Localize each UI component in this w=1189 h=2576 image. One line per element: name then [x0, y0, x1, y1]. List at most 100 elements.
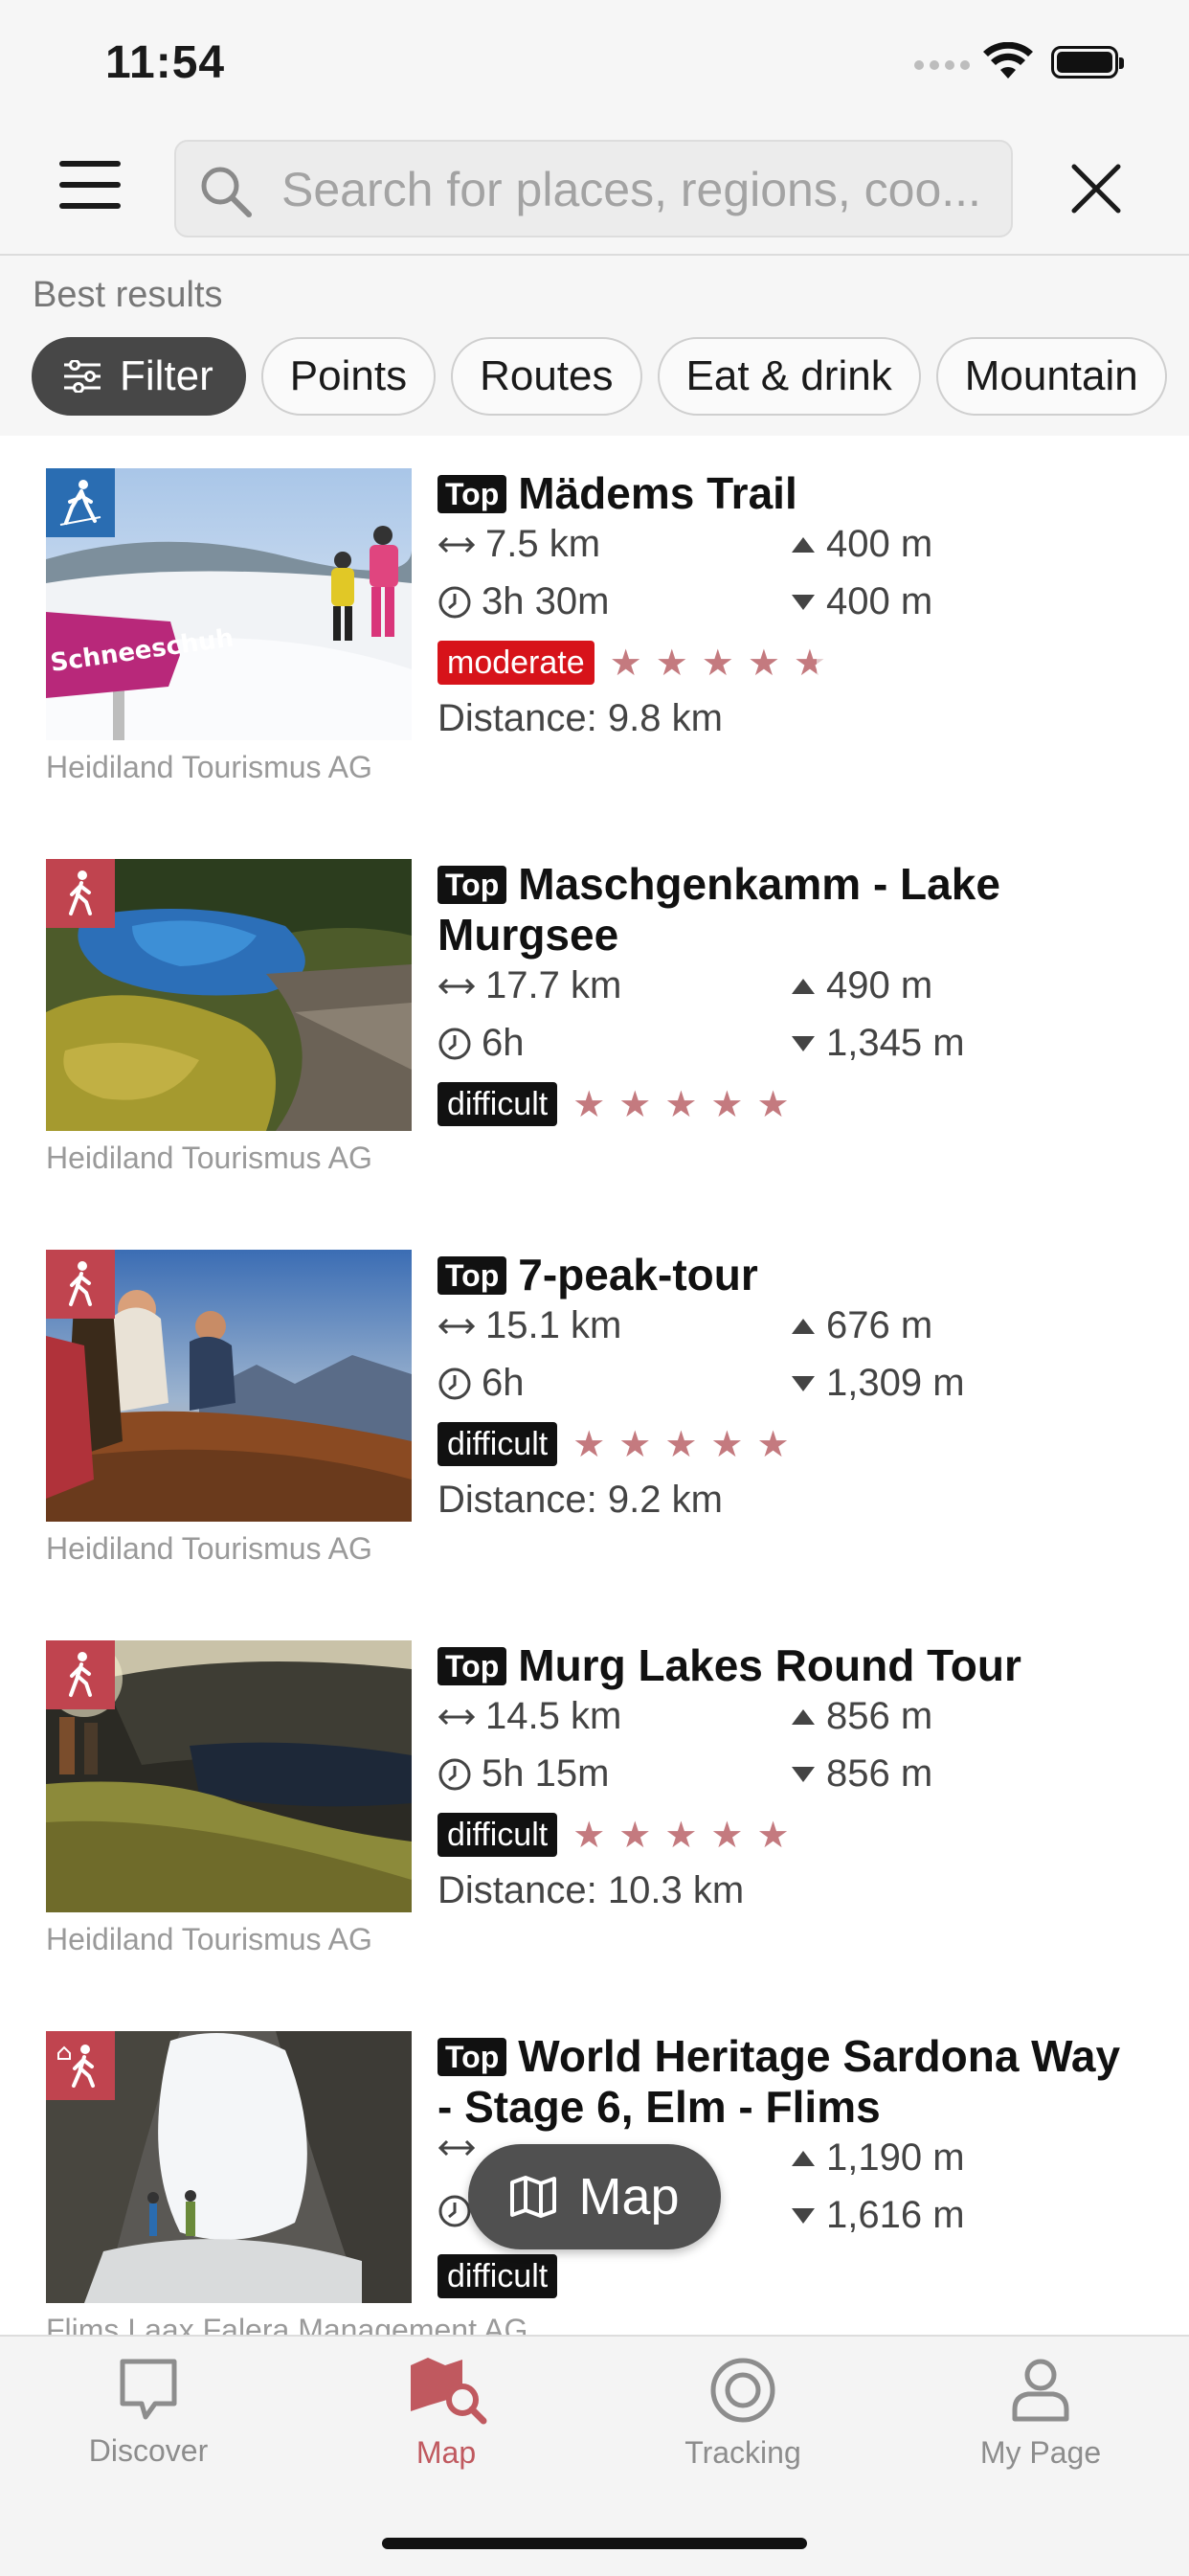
descent-icon	[792, 1035, 815, 1051]
clock-icon	[438, 1028, 471, 1059]
distance-text: Distance: 9.2 km	[437, 1479, 723, 1521]
length-icon	[437, 978, 476, 994]
descent-stat: 400 m	[790, 580, 932, 623]
status-time: 11:54	[105, 37, 226, 88]
clock-icon	[438, 2195, 471, 2227]
result-title[interactable]: Top Murg Lakes Round Tour	[437, 1640, 1146, 1691]
result-item[interactable]: Heidiland Tourismus AG Top Maschgenkamm -…	[0, 828, 1189, 1219]
filter-chip-label: Filter	[120, 352, 213, 399]
battery-icon	[1051, 46, 1124, 79]
clock-icon	[438, 586, 471, 618]
result-title[interactable]: Top World Heritage Sardona Way - Stage 6,…	[437, 2031, 1146, 2133]
snowshoe-icon	[46, 468, 115, 537]
photo-credit: Heidiland Tourismus AG	[46, 1141, 372, 1175]
result-photo	[46, 859, 412, 1131]
descent-icon	[792, 1766, 815, 1782]
hiking-icon	[46, 1640, 115, 1709]
duration-stat: 6h	[437, 1022, 525, 1065]
hiking-icon	[46, 1250, 115, 1319]
rating-stars: ★★★★★	[572, 1815, 803, 1856]
clock-icon	[438, 1758, 471, 1790]
category-chips: Filter Points Routes Eat & drink Mountai…	[32, 337, 1167, 416]
result-photo	[46, 1640, 412, 1912]
distance-text: Distance: 10.3 km	[437, 1869, 745, 1911]
ascent-icon	[792, 1708, 815, 1725]
menu-button[interactable]	[59, 161, 121, 213]
tab-discover[interactable]: Discover	[34, 2356, 263, 2469]
top-badge: Top	[437, 475, 507, 513]
length-icon	[437, 2139, 476, 2157]
section-label: Best results	[33, 275, 223, 315]
length-stat: 14.5 km	[437, 1695, 621, 1738]
top-badge: Top	[437, 2038, 507, 2076]
profile-icon	[1012, 2359, 1069, 2422]
rating-stars: ★★★★★	[609, 643, 840, 684]
search-bar[interactable]	[174, 140, 1013, 237]
search-header	[0, 124, 1189, 256]
length-stat	[437, 2136, 485, 2159]
result-item[interactable]: Schneeschuh Heidiland Tourismus AG Top Mä…	[0, 438, 1189, 828]
hut-hiking-icon	[46, 2031, 115, 2100]
chip-routes[interactable]: Routes	[451, 337, 642, 416]
home-indicator	[382, 2538, 807, 2549]
cellular-signal-icon	[914, 60, 970, 74]
tab-my-page[interactable]: My Page	[926, 2356, 1155, 2471]
close-icon[interactable]	[1066, 159, 1126, 218]
filter-chip[interactable]: Filter	[32, 337, 246, 416]
descent-stat: 1,616 m	[790, 2194, 965, 2237]
duration-stat: 6h	[437, 1362, 525, 1405]
length-icon	[437, 1318, 476, 1334]
result-title[interactable]: Top Mädems Trail	[437, 468, 1146, 519]
tab-label: Tracking	[684, 2435, 801, 2470]
rating-stars: ★★★★★	[572, 1084, 803, 1125]
tab-label: My Page	[979, 2435, 1102, 2470]
chip-points[interactable]: Points	[260, 337, 437, 416]
length-icon	[437, 536, 476, 553]
result-item[interactable]: Heidiland Tourismus AG Top 7-peak-tour 15…	[0, 1219, 1189, 1610]
rating-stars: ★★★★★	[572, 1424, 803, 1465]
wifi-icon	[983, 42, 1033, 79]
ascent-stat: 490 m	[790, 964, 932, 1007]
ascent-stat: 1,190 m	[790, 2136, 965, 2180]
photo-credit: Heidiland Tourismus AG	[46, 750, 372, 784]
tab-map[interactable]: Map	[331, 2356, 561, 2471]
length-stat: 17.7 km	[437, 964, 621, 1007]
result-title[interactable]: Top 7-peak-tour	[437, 1250, 1146, 1300]
result-photo	[46, 1250, 412, 1522]
ascent-icon	[792, 536, 815, 553]
tab-label: Discover	[88, 2433, 209, 2468]
descent-stat: 1,309 m	[790, 1362, 965, 1405]
distance-text: Distance: 9.8 km	[437, 697, 723, 739]
top-badge: Top	[437, 866, 507, 904]
top-badge: Top	[437, 1256, 507, 1295]
tab-label: Map	[415, 2435, 477, 2470]
tab-tracking[interactable]: Tracking	[628, 2356, 858, 2471]
duration-stat: 3h 30m	[437, 580, 609, 623]
map-icon	[510, 2176, 557, 2218]
discover-icon	[120, 2359, 177, 2420]
filter-area: Best results Filter Points Routes Eat & …	[0, 256, 1189, 436]
search-icon	[201, 167, 252, 217]
difficulty-badge: difficult	[437, 1813, 558, 1857]
descent-icon	[792, 1375, 815, 1391]
map-search-icon	[411, 2358, 487, 2425]
status-bar: 11:54	[0, 0, 1189, 124]
difficulty-badge: difficult	[437, 1082, 558, 1126]
clock-icon	[438, 1367, 471, 1399]
chip-eat-drink[interactable]: Eat & drink	[657, 337, 921, 416]
result-item[interactable]: Heidiland Tourismus AG Top Murg Lakes Rou…	[0, 1610, 1189, 2000]
chip-mountain[interactable]: Mountain	[935, 337, 1167, 416]
result-title[interactable]: Top Maschgenkamm - Lake Murgsee	[437, 859, 1146, 960]
difficulty-badge: moderate	[437, 641, 594, 685]
ascent-icon	[792, 1318, 815, 1334]
map-button-label: Map	[578, 2168, 680, 2226]
sliders-icon	[64, 360, 101, 393]
map-button[interactable]: Map	[468, 2144, 721, 2249]
ascent-icon	[792, 2150, 815, 2166]
search-input[interactable]	[280, 159, 992, 220]
ascent-icon	[792, 978, 815, 994]
length-stat: 7.5 km	[437, 523, 600, 566]
result-photo	[46, 2031, 412, 2303]
length-stat: 15.1 km	[437, 1304, 621, 1347]
hiking-icon	[46, 859, 115, 928]
